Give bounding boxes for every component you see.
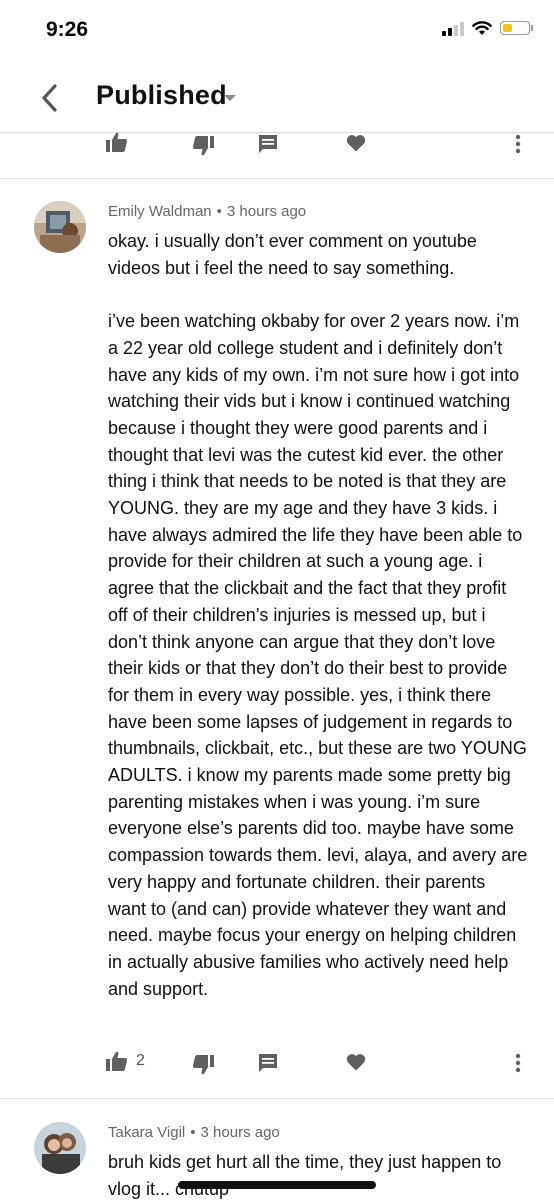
status-icons [442, 20, 533, 36]
heart-button[interactable] [346, 134, 366, 152]
like-button[interactable] [106, 132, 128, 152]
heart-icon [346, 1054, 366, 1071]
like-count: 2 [136, 1052, 145, 1069]
comment-divider [0, 178, 554, 179]
dislike-button[interactable] [192, 1055, 214, 1075]
caret-down-icon[interactable] [224, 95, 236, 101]
reply-button[interactable] [258, 1053, 278, 1073]
reply-icon [259, 1054, 277, 1072]
page-title[interactable]: Published [96, 80, 227, 111]
wifi-icon [472, 20, 492, 35]
more-options-button[interactable] [515, 1053, 521, 1073]
home-indicator[interactable] [178, 1181, 376, 1189]
more-options-button[interactable] [515, 134, 521, 154]
back-button[interactable] [34, 82, 64, 114]
comment-meta: Takara Vigil • 3 hours ago [108, 1124, 280, 1141]
thumbs-down-icon [192, 1055, 214, 1075]
thumbs-down-icon [192, 136, 214, 156]
meta-separator: • [216, 203, 222, 220]
more-vert-icon [515, 134, 521, 154]
comment-text: okay. i usually don’t ever comment on yo… [108, 231, 528, 999]
meta-separator: • [190, 1124, 196, 1141]
reply-icon [259, 135, 277, 153]
thumbs-up-icon [106, 1051, 128, 1071]
app-header: Published [0, 66, 554, 132]
thumbs-up-icon [106, 132, 128, 152]
avatar[interactable] [34, 1122, 86, 1174]
comment-author[interactable]: Takara Vigil [108, 1124, 185, 1141]
more-vert-icon [515, 1053, 521, 1073]
reply-button[interactable] [258, 134, 278, 154]
heart-icon [346, 135, 366, 152]
comment-time: 3 hours ago [226, 203, 307, 220]
comment-actions-previous [0, 124, 554, 164]
like-button[interactable]: 2 [106, 1051, 145, 1071]
signal-icon [442, 20, 464, 36]
comment-time: 3 hours ago [200, 1124, 280, 1141]
avatar[interactable] [34, 201, 86, 253]
battery-icon [500, 21, 533, 35]
dislike-button[interactable] [192, 136, 214, 156]
comment-meta: Emily Waldman • 3 hours ago [108, 203, 306, 220]
comment-divider [0, 1098, 554, 1099]
comment-actions: 2 [0, 1043, 554, 1083]
status-time: 9:26 [46, 18, 89, 41]
comment-text: bruh kids get hurt all the time, they ju… [108, 1152, 507, 1199]
chevron-left-icon [42, 84, 57, 112]
status-bar: 9:26 [0, 0, 554, 66]
comment-author[interactable]: Emily Waldman [108, 203, 212, 220]
heart-button[interactable] [346, 1053, 366, 1071]
